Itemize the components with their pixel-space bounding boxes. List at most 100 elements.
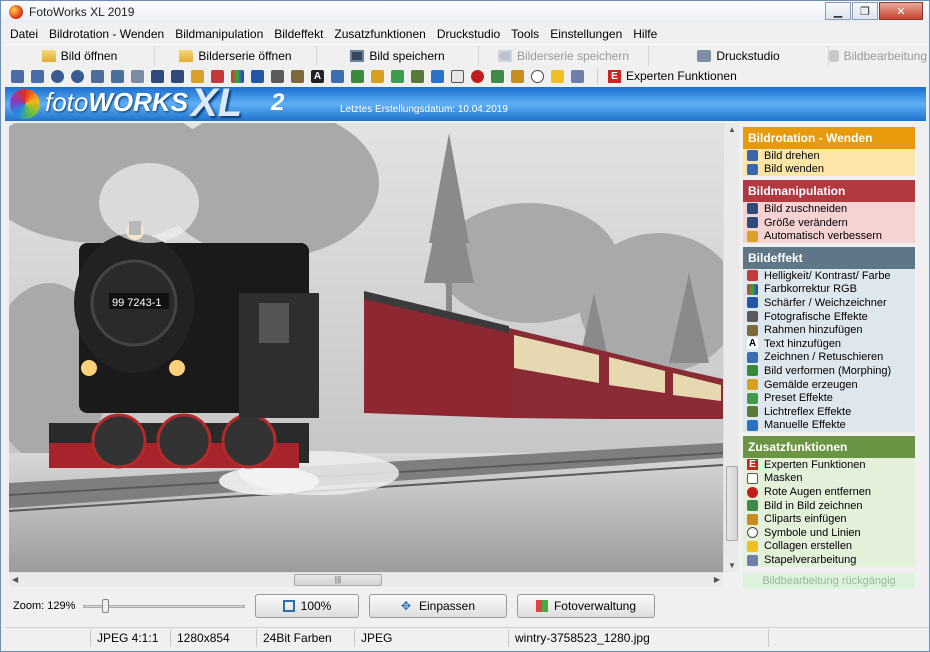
sidebar-item-batch[interactable]: Stapelverarbeitung — [743, 553, 915, 567]
vertical-scroll-thumb[interactable] — [726, 466, 738, 541]
sidebar-item-preset[interactable]: Preset Effekte — [743, 391, 915, 405]
auto-enhance-icon[interactable] — [191, 69, 204, 83]
maximize-button[interactable]: ❐ — [852, 2, 878, 20]
sharpen-icon[interactable] — [251, 69, 264, 83]
sidebar-item-crop[interactable]: Bild zuschneiden — [743, 202, 915, 216]
section-rotation-title[interactable]: Bildrotation - Wenden — [743, 127, 915, 149]
mask-icon[interactable] — [451, 69, 464, 83]
sidebar-item-resize[interactable]: Größe verändern — [743, 215, 915, 230]
scroll-left-icon[interactable]: ◀ — [12, 575, 18, 584]
horizontal-scrollbar[interactable]: ◀ ||| ▶ — [9, 572, 723, 587]
app-window: FotoWorks XL 2019 ▁ ❐ ✕ Datei Bildrotati… — [0, 0, 930, 652]
menu-hilfe[interactable]: Hilfe — [633, 27, 657, 41]
section-extra: Zusatzfunktionen E Experten Funktionen Ma… — [743, 436, 915, 567]
section-effect-title[interactable]: Bildeffekt — [743, 246, 915, 269]
menu-bildeffekt[interactable]: Bildeffekt — [274, 27, 323, 41]
menu-bildrotation[interactable]: Bildrotation - Wenden — [49, 27, 164, 41]
sidebar-item-draw[interactable]: Zeichnen / Retuschieren — [743, 350, 915, 365]
red-eye-icon[interactable] — [471, 69, 484, 83]
status-format: JPEG 4:1:1 — [91, 628, 171, 647]
sidebar-item-collage[interactable]: Collagen erstellen — [743, 539, 915, 554]
open-image-button[interactable]: Bild öffnen — [5, 45, 155, 66]
scroll-up-icon[interactable]: ▲ — [728, 125, 736, 134]
train-photo: 99 7243-1 — [9, 123, 723, 572]
sidebar-item-masks[interactable]: Masken — [743, 471, 915, 486]
light-reflex-icon[interactable] — [411, 69, 424, 83]
brightness-icon[interactable] — [211, 69, 224, 83]
expert-functions-button[interactable]: E Experten Funktionen — [608, 69, 737, 83]
sidebar-item-symbols[interactable]: Symbole und Linien — [743, 526, 915, 540]
clipart-icon[interactable] — [511, 69, 524, 83]
sidebar-item-light-reflex[interactable]: Lichtreflex Effekte — [743, 404, 915, 419]
light-icon — [747, 406, 758, 418]
image-canvas[interactable]: 99 7243-1 — [9, 123, 723, 572]
rgb-icon[interactable] — [231, 69, 244, 83]
sidebar-item-rotate[interactable]: Bild drehen — [743, 149, 915, 163]
zoom-slider-knob[interactable] — [102, 599, 109, 613]
menu-datei[interactable]: Datei — [10, 27, 38, 41]
sidebar-item-picture-in-picture[interactable]: Bild in Bild zeichnen — [743, 498, 915, 513]
sidebar-item-frame[interactable]: Rahmen hinzufügen — [743, 323, 915, 337]
morph-icon[interactable] — [351, 69, 364, 83]
frame-icon — [747, 324, 758, 336]
rotate-right-icon[interactable] — [31, 69, 44, 83]
photo-effects-icon[interactable] — [271, 69, 284, 83]
photo-manager-button[interactable]: Fotoverwaltung — [517, 594, 655, 618]
grid-icon[interactable] — [131, 69, 144, 83]
section-manipulation-title[interactable]: Bildmanipulation — [743, 180, 915, 203]
manual-effects-icon[interactable] — [431, 69, 444, 83]
sidebar-item-flip[interactable]: Bild wenden — [743, 162, 915, 177]
rotate-cw-icon[interactable] — [71, 69, 84, 83]
minimize-button[interactable]: ▁ — [825, 2, 851, 20]
resize-icon[interactable] — [171, 69, 184, 83]
open-series-button[interactable]: Bilderserie öffnen — [155, 45, 317, 66]
save-image-button[interactable]: Bild speichern — [317, 45, 479, 66]
sidebar-item-painting[interactable]: Gemälde erzeugen — [743, 377, 915, 392]
sidebar-item-manual-effects[interactable]: Manuelle Effekte — [743, 418, 915, 433]
sidebar-item-morph[interactable]: Bild verformen (Morphing) — [743, 364, 915, 378]
scroll-right-icon[interactable]: ▶ — [714, 575, 720, 584]
zoom-100-button[interactable]: 100% — [255, 594, 359, 618]
collage-icon[interactable] — [551, 69, 564, 83]
flip-vertical-icon[interactable] — [91, 69, 104, 83]
painting-icon[interactable] — [371, 69, 384, 83]
sidebar-item-sharpen[interactable]: Schärfer / Weichzeichner — [743, 296, 915, 310]
menu-druckstudio[interactable]: Druckstudio — [437, 27, 500, 41]
fit-button[interactable]: ✥ Einpassen — [369, 594, 507, 618]
sidebar-item-text[interactable]: A Text hinzufügen — [743, 336, 915, 351]
zoom-slider[interactable] — [83, 599, 245, 613]
picture-in-picture-icon[interactable] — [491, 69, 504, 83]
main-toolbar: Bild öffnen Bilderserie öffnen Bild spei… — [5, 44, 929, 66]
sidebar-item-red-eye[interactable]: Rote Augen entfernen — [743, 485, 915, 499]
symbols-icon[interactable] — [531, 69, 544, 83]
sidebar-item-brightness[interactable]: Helligkeit/ Kontrast/ Farbe — [743, 268, 915, 283]
rotate-ccw-icon[interactable] — [51, 69, 64, 83]
sidebar-item-rgb[interactable]: Farbkorrektur RGB — [743, 282, 915, 297]
sidebar-item-expert[interactable]: E Experten Funktionen — [743, 458, 915, 472]
scroll-down-icon[interactable]: ▼ — [728, 561, 736, 570]
flip-horizontal-icon[interactable] — [111, 69, 124, 83]
rotate-left-icon[interactable] — [11, 69, 24, 83]
close-button[interactable]: ✕ — [879, 2, 923, 20]
menu-tools[interactable]: Tools — [511, 27, 539, 41]
sidebar-item-label: Symbole und Linien — [764, 526, 861, 539]
crop-icon[interactable] — [151, 69, 164, 83]
print-studio-button[interactable]: Druckstudio — [649, 45, 829, 66]
sidebar-item-photo-effects[interactable]: Fotografische Effekte — [743, 309, 915, 324]
save-image-label: Bild speichern — [369, 48, 445, 63]
sidebar-item-auto-enhance[interactable]: Automatisch verbessern — [743, 229, 915, 243]
menu-einstellungen[interactable]: Einstellungen — [550, 27, 622, 41]
frame-icon[interactable] — [291, 69, 304, 83]
batch-icon[interactable] — [571, 69, 584, 83]
menu-zusatzfunktionen[interactable]: Zusatzfunktionen — [334, 27, 425, 41]
sidebar-item-clipart[interactable]: Cliparts einfügen — [743, 512, 915, 527]
text-icon[interactable]: A — [311, 69, 324, 83]
vertical-scrollbar[interactable]: ▲ ▼ — [723, 123, 739, 572]
menu-bildmanipulation[interactable]: Bildmanipulation — [175, 27, 263, 41]
preset-icon[interactable] — [391, 69, 404, 83]
horizontal-scroll-thumb[interactable]: ||| — [294, 574, 382, 586]
draw-icon[interactable] — [331, 69, 344, 83]
photo-manager-icon — [535, 600, 548, 612]
brightness-icon — [747, 270, 758, 282]
section-extra-title[interactable]: Zusatzfunktionen — [743, 436, 915, 459]
